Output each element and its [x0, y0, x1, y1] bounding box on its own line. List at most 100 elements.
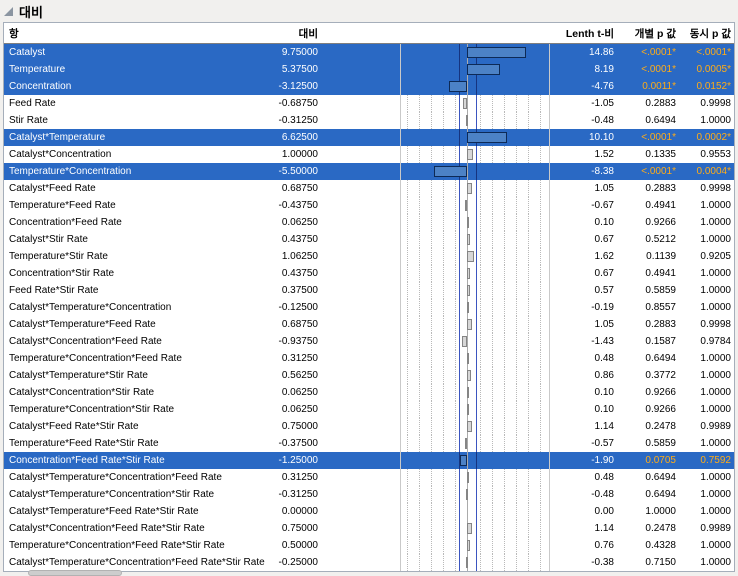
table-row[interactable]: Concentration*Feed Rate*Stir Rate -1.2500…	[4, 452, 734, 469]
table-row[interactable]: Temperature 5.37500 8.19 <.0001* 0.0005*	[4, 61, 734, 78]
lenth-t-cell: -0.57	[591, 438, 614, 449]
term-cell: Temperature*Feed Rate*Stir Rate	[9, 438, 159, 449]
table-row[interactable]: Catalyst*Temperature*Concentration*Feed …	[4, 469, 734, 486]
chart-gridline	[503, 248, 505, 265]
zero-axis-line	[467, 197, 469, 214]
individual-p-cell: 0.4941	[645, 200, 676, 211]
chart-gridline	[539, 95, 541, 112]
individual-p-cell: 0.2883	[645, 98, 676, 109]
chart-gridline	[479, 180, 481, 197]
chart-gridline	[527, 214, 529, 231]
table-row[interactable]: Feed Rate*Stir Rate 0.37500 0.57 0.5859 1.00…	[4, 282, 734, 299]
simultaneous-p-cell: 1.0000	[700, 115, 731, 126]
chart-gridline	[515, 367, 517, 384]
chart-gridline	[431, 231, 433, 248]
term-cell: Catalyst*Temperature*Feed Rate*Stir Rate	[9, 506, 199, 517]
table-row[interactable]: Stir Rate -0.31250 -0.48 0.6494 1.0000	[4, 112, 734, 129]
table-row[interactable]: Catalyst*Temperature*Feed Rate*Stir Rate…	[4, 503, 734, 520]
chart-gridline	[515, 554, 517, 571]
chart-gridline	[491, 197, 493, 214]
chart-gridline	[503, 333, 505, 350]
term-cell: Catalyst*Concentration	[9, 149, 112, 160]
chart-gridline	[443, 197, 445, 214]
table-row[interactable]: Concentration*Stir Rate 0.43750 0.67 0.4941…	[4, 265, 734, 282]
chart-gridline	[443, 333, 445, 350]
chart-gridline	[479, 401, 481, 418]
chart-gridline	[527, 384, 529, 401]
table-row[interactable]: Temperature*Stir Rate 1.06250 1.62 0.1139 0.…	[4, 248, 734, 265]
col-header-simultaneous-p: 동시 p 값	[689, 27, 731, 40]
table-row[interactable]: Catalyst*Feed Rate*Stir Rate 0.75000 1.14 0…	[4, 418, 734, 435]
table-row[interactable]: Catalyst*Temperature*Concentration -0.125…	[4, 299, 734, 316]
table-row[interactable]: Feed Rate -0.68750 -1.05 0.2883 0.9998	[4, 95, 734, 112]
contrast-bar-chart-cell	[400, 384, 550, 401]
horizontal-scrollbar-thumb[interactable]	[28, 570, 122, 576]
term-cell: Temperature*Concentration*Feed Rate	[9, 353, 182, 364]
lenth-t-cell: -0.38	[591, 557, 614, 568]
table-row[interactable]: Concentration*Feed Rate 0.06250 0.10 0.9266…	[4, 214, 734, 231]
chart-gridline	[503, 486, 505, 503]
simultaneous-p-cell: <.0001*	[696, 47, 731, 58]
chart-gridline	[539, 435, 541, 452]
table-row[interactable]: Catalyst 9.75000 14.86 <.0001* <.0001*	[4, 44, 734, 61]
simultaneous-p-cell: 1.0000	[700, 268, 731, 279]
chart-gridline	[407, 214, 409, 231]
chart-gridline	[431, 520, 433, 537]
table-row[interactable]: Temperature*Concentration*Stir Rate 0.062…	[4, 401, 734, 418]
individual-p-cell: 0.5212	[645, 234, 676, 245]
chart-gridline	[407, 503, 409, 520]
chart-gridline	[515, 197, 517, 214]
col-header-contrast: 대비	[298, 27, 318, 40]
table-row[interactable]: Catalyst*Temperature*Feed Rate 0.68750 1.0…	[4, 316, 734, 333]
chart-gridline	[443, 248, 445, 265]
table-row[interactable]: Catalyst*Stir Rate 0.43750 0.67 0.5212 1.000…	[4, 231, 734, 248]
individual-p-cell: <.0001*	[641, 64, 676, 75]
individual-p-cell: 0.6494	[645, 472, 676, 483]
chart-gridline	[443, 503, 445, 520]
chart-gridline	[503, 95, 505, 112]
chart-gridline	[443, 214, 445, 231]
table-row[interactable]: Catalyst*Concentration 1.00000 1.52 0.1335 0…	[4, 146, 734, 163]
chart-gridline	[407, 537, 409, 554]
chart-gridline	[419, 197, 421, 214]
chart-gridline	[503, 367, 505, 384]
individual-p-cell: 0.3772	[645, 370, 676, 381]
chart-gridline	[503, 146, 505, 163]
chart-gridline	[491, 95, 493, 112]
lenth-t-cell: 1.52	[594, 149, 614, 160]
table-row[interactable]: Catalyst*Temperature*Stir Rate 0.56250 0.8…	[4, 367, 734, 384]
simultaneous-p-cell: 0.9989	[700, 523, 731, 534]
term-cell: Concentration*Feed Rate*Stir Rate	[9, 455, 165, 466]
table-row[interactable]: Catalyst*Temperature*Concentration*Stir …	[4, 486, 734, 503]
chart-gridline	[431, 384, 433, 401]
lenth-margin-line	[458, 554, 460, 571]
table-row[interactable]: Temperature*Feed Rate -0.43750 -0.67 0.4941…	[4, 197, 734, 214]
lenth-t-cell: -1.90	[591, 455, 614, 466]
table-row[interactable]: Catalyst*Concentration*Stir Rate 0.06250 0…	[4, 384, 734, 401]
contrast-cell: 0.75000	[281, 421, 318, 432]
table-row[interactable]: Temperature*Concentration -5.50000 -8.38 <.…	[4, 163, 734, 180]
table-row[interactable]: Catalyst*Concentration*Feed Rate*Stir Ra…	[4, 520, 734, 537]
chart-gridline	[407, 350, 409, 367]
individual-p-cell: <.0001*	[641, 132, 676, 143]
lenth-margin-line	[476, 231, 478, 248]
contrast-bar-chart-cell	[400, 299, 550, 316]
disclosure-triangle-icon[interactable]	[4, 7, 13, 16]
contrast-cell: 0.31250	[281, 353, 318, 364]
chart-gridline	[527, 503, 529, 520]
table-row[interactable]: Temperature*Concentration*Feed Rate*Stir…	[4, 537, 734, 554]
table-row[interactable]: Temperature*Feed Rate*Stir Rate -0.37500 -…	[4, 435, 734, 452]
chart-gridline	[455, 367, 457, 384]
table-row[interactable]: Catalyst*Temperature*Concentration*Feed …	[4, 554, 734, 571]
table-row[interactable]: Catalyst*Concentration*Feed Rate -0.93750…	[4, 333, 734, 350]
table-row[interactable]: Concentration -3.12500 -4.76 0.0011* 0.0152*	[4, 78, 734, 95]
table-row[interactable]: Temperature*Concentration*Feed Rate 0.312…	[4, 350, 734, 367]
chart-gridline	[431, 299, 433, 316]
lenth-margin-line	[476, 78, 478, 95]
table-row[interactable]: Catalyst*Feed Rate 0.68750 1.05 0.2883 0.999…	[4, 180, 734, 197]
lenth-t-cell: 0.48	[594, 472, 614, 483]
chart-gridline	[419, 333, 421, 350]
table-row[interactable]: Catalyst*Temperature 6.62500 10.10 <.0001* 0…	[4, 129, 734, 146]
contrast-bar-chart-cell	[400, 231, 550, 248]
lenth-margin-line	[476, 299, 478, 316]
